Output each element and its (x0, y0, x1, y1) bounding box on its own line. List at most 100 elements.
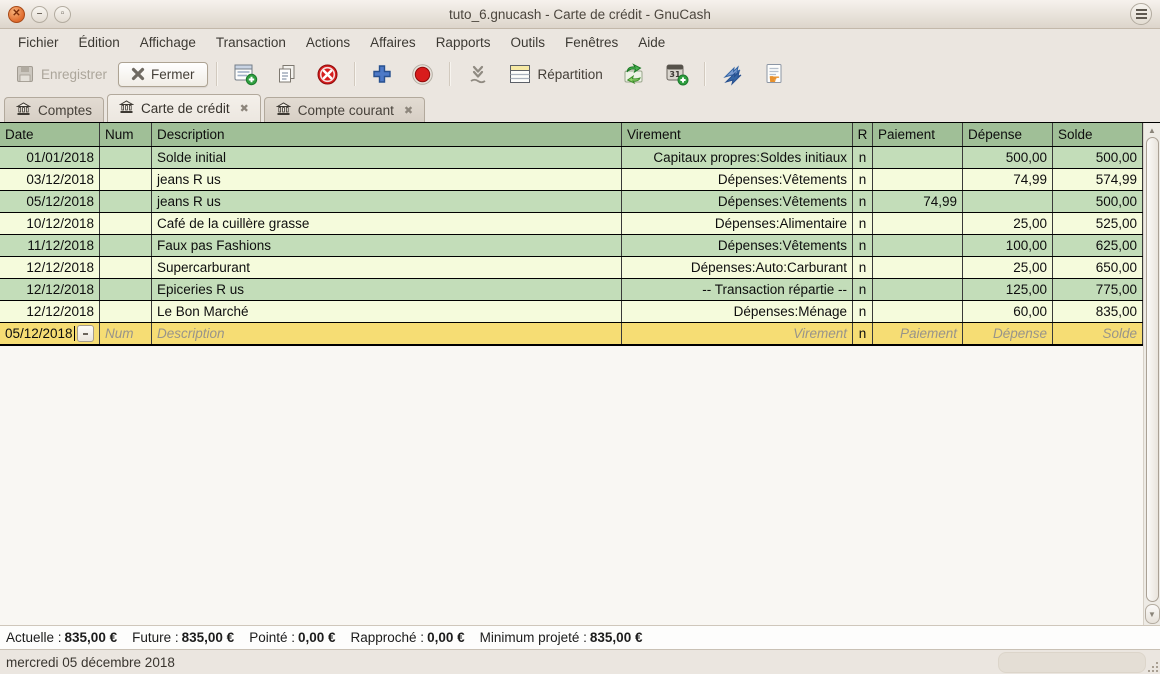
cell-depense[interactable]: 100,00 (963, 235, 1053, 256)
transaction-row[interactable]: 12/12/2018 Epiceries R us -- Transaction… (0, 279, 1143, 301)
edit-num-cell[interactable]: Num (100, 323, 152, 344)
cell-depense[interactable]: 74,99 (963, 169, 1053, 190)
cell-virement[interactable]: Dépenses:Auto:Carburant (622, 257, 853, 278)
cell-virement[interactable]: Dépenses:Vêtements (622, 191, 853, 212)
cell-paiement[interactable]: 74,99 (873, 191, 963, 212)
cell-depense[interactable]: 25,00 (963, 257, 1053, 278)
cell-reconcile[interactable]: n (853, 235, 873, 256)
cell-reconcile[interactable]: n (853, 169, 873, 190)
cell-reconcile[interactable]: n (853, 257, 873, 278)
jump-button[interactable]: ☛ (756, 58, 793, 90)
transaction-row[interactable]: 12/12/2018 Le Bon Marché Dépenses:Ménage… (0, 301, 1143, 323)
cell-solde[interactable]: 835,00 (1053, 301, 1143, 322)
transaction-row[interactable]: 12/12/2018 Supercarburant Dépenses:Auto:… (0, 257, 1143, 279)
resize-grip[interactable] (1146, 660, 1158, 672)
cell-reconcile[interactable]: n (853, 279, 873, 300)
tab-close-icon[interactable]: ✖ (404, 104, 413, 117)
cell-date[interactable]: 11/12/2018 (0, 235, 100, 256)
cell-num[interactable] (100, 235, 152, 256)
cell-depense[interactable]: 125,00 (963, 279, 1053, 300)
cell-virement[interactable]: -- Transaction répartie -- (622, 279, 853, 300)
cell-num[interactable] (100, 301, 152, 322)
split-transaction-button[interactable]: Répartition (501, 59, 610, 89)
scroll-up-icon[interactable]: ▲ (1144, 123, 1160, 137)
cell-virement[interactable]: Dépenses:Vêtements (622, 235, 853, 256)
cell-num[interactable] (100, 279, 152, 300)
column-header-num[interactable]: Num (100, 123, 152, 146)
column-header-paiement[interactable]: Paiement (873, 123, 963, 146)
cell-date[interactable]: 12/12/2018 (0, 279, 100, 300)
close-register-button[interactable]: Fermer (118, 62, 208, 87)
cell-description[interactable]: jeans R us (152, 169, 622, 190)
cell-date[interactable]: 12/12/2018 (0, 257, 100, 278)
cell-paiement[interactable] (873, 301, 963, 322)
menu-fichier[interactable]: Fichier (8, 32, 69, 53)
transaction-row[interactable]: 05/12/2018 jeans R us Dépenses:Vêtements… (0, 191, 1143, 213)
window-close-button[interactable]: ✕ (8, 6, 25, 23)
cell-solde[interactable]: 574,99 (1053, 169, 1143, 190)
cell-description[interactable]: Le Bon Marché (152, 301, 622, 322)
transaction-row[interactable]: 01/01/2018 Solde initial Capitaux propre… (0, 147, 1143, 169)
duplicate-transaction-button[interactable] (269, 59, 305, 89)
window-menu-icon[interactable] (1130, 3, 1152, 25)
column-header-date[interactable]: Date (0, 123, 100, 146)
cell-num[interactable] (100, 191, 152, 212)
cell-paiement[interactable] (873, 147, 963, 168)
cell-paiement[interactable] (873, 169, 963, 190)
transfer-button[interactable] (614, 58, 653, 90)
cell-num[interactable] (100, 257, 152, 278)
column-header-solde[interactable]: Solde (1053, 123, 1143, 146)
cell-solde[interactable]: 500,00 (1053, 191, 1143, 212)
window-maximize-button[interactable]: ▫ (54, 6, 71, 23)
cell-num[interactable] (100, 169, 152, 190)
enter-transaction-button[interactable] (364, 59, 400, 89)
scrollbar-thumb[interactable] (1146, 137, 1159, 602)
delete-transaction-button[interactable] (309, 59, 346, 90)
cell-description[interactable]: jeans R us (152, 191, 622, 212)
cell-solde[interactable]: 625,00 (1053, 235, 1143, 256)
cell-reconcile[interactable]: n (853, 301, 873, 322)
cell-solde[interactable]: 525,00 (1053, 213, 1143, 234)
cell-virement[interactable]: Dépenses:Alimentaire (622, 213, 853, 234)
new-transaction-button[interactable] (226, 58, 265, 90)
edit-virement-cell[interactable]: Virement (622, 323, 853, 344)
menu-fenetres[interactable]: Fenêtres (555, 32, 628, 53)
schedule-transaction-button[interactable]: 31 (657, 58, 696, 90)
cell-num[interactable] (100, 213, 152, 234)
cell-depense[interactable]: 25,00 (963, 213, 1053, 234)
menu-transaction[interactable]: Transaction (206, 32, 296, 53)
cell-date[interactable]: 05/12/2018 (0, 191, 100, 212)
tab-comptes[interactable]: Comptes (4, 97, 104, 122)
menu-affaires[interactable]: Affaires (360, 32, 426, 53)
cell-paiement[interactable] (873, 257, 963, 278)
edit-date-cell[interactable]: 05/12/2018 (0, 323, 100, 344)
column-header-depense[interactable]: Dépense (963, 123, 1053, 146)
column-header-r[interactable]: R (853, 123, 873, 146)
vertical-scrollbar[interactable]: ▲ ▼ (1143, 123, 1160, 625)
menu-aide[interactable]: Aide (628, 32, 675, 53)
transaction-row[interactable]: 10/12/2018 Café de la cuillère grasse Dé… (0, 213, 1143, 235)
date-picker-button[interactable] (77, 325, 94, 342)
edit-reconcile-cell[interactable]: n (853, 323, 873, 344)
menu-affichage[interactable]: Affichage (130, 32, 206, 53)
cell-paiement[interactable] (873, 235, 963, 256)
cell-virement[interactable]: Dépenses:Ménage (622, 301, 853, 322)
cell-date[interactable]: 10/12/2018 (0, 213, 100, 234)
edit-paiement-cell[interactable]: Paiement (873, 323, 963, 344)
cell-reconcile[interactable]: n (853, 213, 873, 234)
tab-compte-courant[interactable]: Compte courant ✖ (264, 97, 425, 122)
scroll-down-icon[interactable]: ▼ (1145, 604, 1160, 624)
menu-actions[interactable]: Actions (296, 32, 360, 53)
menu-edition[interactable]: Édition (69, 32, 130, 53)
cell-depense[interactable]: 500,00 (963, 147, 1053, 168)
cell-date[interactable]: 01/01/2018 (0, 147, 100, 168)
cell-virement[interactable]: Dépenses:Vêtements (622, 169, 853, 190)
cell-date[interactable]: 03/12/2018 (0, 169, 100, 190)
transaction-row[interactable]: 03/12/2018 jeans R us Dépenses:Vêtements… (0, 169, 1143, 191)
cell-reconcile[interactable]: n (853, 191, 873, 212)
menu-outils[interactable]: Outils (500, 32, 555, 53)
tab-carte-de-credit[interactable]: Carte de crédit ✖ (107, 94, 261, 122)
cell-depense[interactable] (963, 191, 1053, 212)
cell-date[interactable]: 12/12/2018 (0, 301, 100, 322)
cell-solde[interactable]: 650,00 (1053, 257, 1143, 278)
